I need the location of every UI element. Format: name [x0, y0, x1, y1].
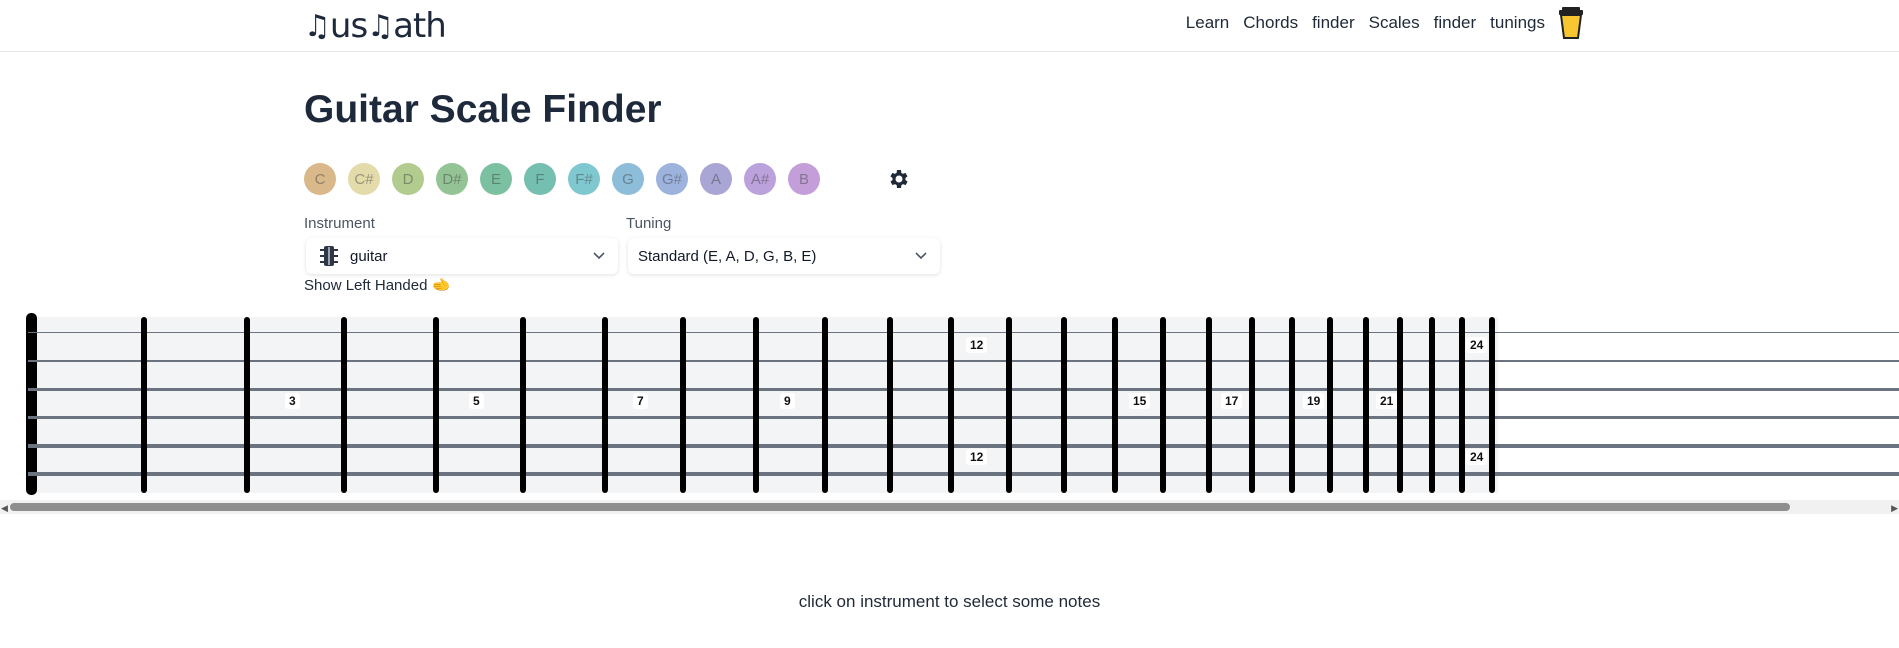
fret-wire — [341, 317, 347, 493]
fret-wire — [1112, 317, 1118, 493]
fret-wire — [1429, 317, 1435, 493]
note-button-b[interactable]: B — [788, 163, 820, 195]
nav-scales-finder[interactable]: finder — [1434, 13, 1477, 33]
instrument-label: Instrument — [304, 215, 375, 232]
guitar-string[interactable] — [28, 444, 1899, 448]
note-button-c-sharp[interactable]: C# — [348, 163, 380, 195]
fret-wire — [887, 317, 893, 493]
instrument-select[interactable]: guitar — [306, 238, 618, 274]
fret-wire — [602, 317, 608, 493]
nav-chords-finder[interactable]: finder — [1312, 13, 1355, 33]
left-handed-toggle[interactable]: Show Left Handed 🫲 — [304, 276, 450, 294]
fret-wire — [1397, 317, 1403, 493]
page-title: Guitar Scale Finder — [304, 88, 662, 131]
fret-marker-double: 12 — [966, 449, 988, 465]
fretboard-nut — [26, 313, 37, 495]
scroll-right-arrow-icon[interactable]: ▶ — [1891, 503, 1898, 514]
fret-marker-double: 12 — [966, 337, 988, 353]
note-button-d[interactable]: D — [392, 163, 424, 195]
fret-wire — [433, 317, 439, 493]
fret-marker-double: 24 — [1466, 337, 1488, 353]
fret-wire — [1249, 317, 1255, 493]
fret-wire — [520, 317, 526, 493]
tuning-select[interactable]: Standard (E, A, D, G, B, E) — [628, 238, 940, 274]
fret-wire — [1489, 317, 1495, 493]
fret-wire — [948, 317, 954, 493]
fret-marker-double: 24 — [1466, 449, 1488, 465]
fret-wire — [1327, 317, 1333, 493]
note-button-d-sharp[interactable]: D# — [436, 163, 468, 195]
guitar-string[interactable] — [28, 332, 1899, 333]
instrument-value: guitar — [350, 247, 388, 265]
fret-marker: 21 — [1376, 393, 1398, 409]
guitar-string[interactable] — [28, 416, 1899, 419]
fret-wire — [1006, 317, 1012, 493]
coffee-cup-icon[interactable] — [1558, 6, 1584, 40]
note-button-g-sharp[interactable]: G# — [656, 163, 688, 195]
nav-chords[interactable]: Chords — [1243, 13, 1298, 33]
chevron-down-icon — [915, 252, 927, 260]
fret-wire — [1289, 317, 1295, 493]
fret-marker: 9 — [780, 393, 795, 409]
nav-learn[interactable]: Learn — [1186, 13, 1229, 33]
note-button-a[interactable]: A — [700, 163, 732, 195]
tuning-label: Tuning — [626, 215, 672, 232]
fret-marker: 7 — [633, 393, 648, 409]
fret-wire — [1363, 317, 1369, 493]
guitar-string[interactable] — [28, 472, 1899, 476]
fret-wire — [1160, 317, 1166, 493]
note-button-g[interactable]: G — [612, 163, 644, 195]
top-header: ♫ us ♫ ath Learn Chords finder Scales finde… — [0, 0, 1899, 52]
main-nav: Learn Chords finder Scales finder tuning… — [1172, 0, 1545, 46]
horizontal-scrollbar[interactable]: ◀ ▶ — [0, 500, 1899, 514]
fret-wire — [680, 317, 686, 493]
gear-icon[interactable] — [886, 167, 910, 191]
note-button-f-sharp[interactable]: F# — [568, 163, 600, 195]
fret-marker: 5 — [469, 393, 484, 409]
guitar-headstock-icon — [320, 246, 338, 266]
scroll-left-arrow-icon[interactable]: ◀ — [1, 503, 8, 514]
fret-wire — [244, 317, 250, 493]
musmath-logo[interactable]: ♫ us ♫ ath — [304, 6, 447, 46]
fret-marker: 17 — [1221, 393, 1243, 409]
fret-marker: 3 — [285, 393, 300, 409]
note-button-c[interactable]: C — [304, 163, 336, 195]
note-button-a-sharp[interactable]: A# — [744, 163, 776, 195]
nav-scales[interactable]: Scales — [1369, 13, 1420, 33]
fret-wire — [822, 317, 828, 493]
guitar-string[interactable] — [28, 360, 1899, 362]
fret-wire — [1061, 317, 1067, 493]
note-button-e[interactable]: E — [480, 163, 512, 195]
note-selector: C C# D D# E F F# G G# A A# B — [304, 163, 820, 195]
note-button-f[interactable]: F — [524, 163, 556, 195]
fret-marker: 15 — [1129, 393, 1151, 409]
fret-wire — [753, 317, 759, 493]
guitar-fretboard[interactable]: 3 5 7 9 15 17 19 21 12 12 24 24 — [0, 310, 1899, 500]
fret-marker: 19 — [1303, 393, 1325, 409]
chevron-down-icon — [593, 252, 605, 260]
instruction-text: click on instrument to select some notes — [798, 592, 1101, 611]
fret-wire — [1459, 317, 1465, 493]
guitar-string[interactable] — [28, 388, 1899, 391]
scroll-thumb[interactable] — [10, 503, 1790, 511]
nav-tunings[interactable]: tunings — [1490, 13, 1545, 33]
tuning-value: Standard (E, A, D, G, B, E) — [638, 247, 817, 265]
fret-wire — [141, 317, 147, 493]
fret-wire — [1206, 317, 1212, 493]
